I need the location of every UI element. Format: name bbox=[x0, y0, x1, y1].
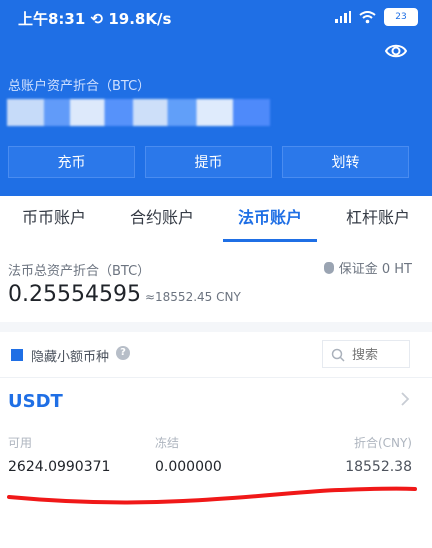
tab-margin-account[interactable]: 杠杆账户 bbox=[324, 196, 432, 242]
frozen-column: 冻结 0.000000 bbox=[155, 434, 222, 475]
network-speed: 19.8K/s bbox=[108, 10, 172, 28]
masked-total-balance bbox=[7, 99, 270, 126]
account-header: 上午8:31 ⟲ 19.8K/s 23 总账户资产折合（BTC） 充币 提币 划… bbox=[0, 0, 432, 196]
asset-row-usdt[interactable]: USDT 可用 2624.0990371 冻结 0.000000 折合(CNY)… bbox=[0, 378, 432, 494]
signal-icon bbox=[335, 11, 351, 23]
status-icons: 23 bbox=[335, 8, 418, 26]
wifi-icon bbox=[359, 10, 376, 23]
frozen-label: 冻结 bbox=[155, 436, 180, 450]
battery-icon: 23 bbox=[384, 8, 418, 26]
red-underline-annotation bbox=[7, 486, 417, 505]
frozen-value: 0.000000 bbox=[155, 459, 222, 475]
search-input[interactable] bbox=[350, 344, 410, 366]
fiat-total-label: 法币总资产折合（BTC） bbox=[8, 264, 151, 279]
transfer-button[interactable]: 划转 bbox=[282, 146, 409, 178]
tab-spot-account[interactable]: 币币账户 bbox=[0, 196, 108, 242]
account-actions: 充币 提币 划转 bbox=[8, 146, 409, 178]
cny-total-value: ≈18552.45 CNY bbox=[144, 290, 241, 304]
total-assets-label: 总账户资产折合（BTC） bbox=[8, 79, 151, 94]
eye-icon[interactable] bbox=[385, 42, 407, 60]
account-tabs: 币币账户 合约账户 法币账户 杠杆账户 bbox=[0, 196, 432, 243]
hide-small-checkbox[interactable] bbox=[11, 349, 23, 361]
chevron-right-icon[interactable] bbox=[398, 390, 412, 408]
tab-fiat-account[interactable]: 法币账户 bbox=[216, 196, 324, 242]
fiat-summary: 法币总资产折合（BTC） 保证金 0 HT 0.25554595 ≈18552.… bbox=[0, 242, 432, 322]
available-value: 2624.0990371 bbox=[8, 459, 111, 475]
available-label: 可用 bbox=[8, 436, 33, 450]
asset-filter-row: 隐藏小额币种 ? bbox=[0, 332, 432, 378]
margin-value: 保证金 0 HT bbox=[338, 262, 412, 277]
time-text: 上午8:31 bbox=[18, 10, 86, 28]
hide-small-label[interactable]: 隐藏小额币种 bbox=[31, 346, 109, 365]
sync-icon: ⟲ bbox=[90, 10, 109, 28]
status-time: 上午8:31 ⟲ 19.8K/s bbox=[18, 8, 171, 29]
converted-value: 18552.38 bbox=[345, 459, 412, 475]
question-icon[interactable]: ? bbox=[116, 346, 130, 360]
converted-column: 折合(CNY) 18552.38 bbox=[345, 434, 412, 475]
shield-icon bbox=[323, 261, 334, 274]
withdraw-button[interactable]: 提币 bbox=[145, 146, 272, 178]
section-divider bbox=[0, 322, 432, 332]
status-bar: 上午8:31 ⟲ 19.8K/s 23 bbox=[0, 0, 432, 34]
tab-contract-account[interactable]: 合约账户 bbox=[108, 196, 216, 242]
asset-name[interactable]: USDT bbox=[8, 391, 63, 412]
battery-level: 23 bbox=[395, 12, 407, 22]
available-column: 可用 2624.0990371 bbox=[8, 434, 110, 475]
margin-info: 保证金 0 HT bbox=[323, 258, 412, 277]
fiat-total-value: 0.25554595 ≈18552.45 CNY bbox=[8, 282, 241, 307]
search-box[interactable] bbox=[322, 340, 410, 368]
search-icon bbox=[331, 348, 345, 362]
btc-total-value: 0.25554595 bbox=[8, 282, 141, 307]
converted-label: 折合(CNY) bbox=[353, 436, 412, 450]
deposit-button[interactable]: 充币 bbox=[8, 146, 135, 178]
